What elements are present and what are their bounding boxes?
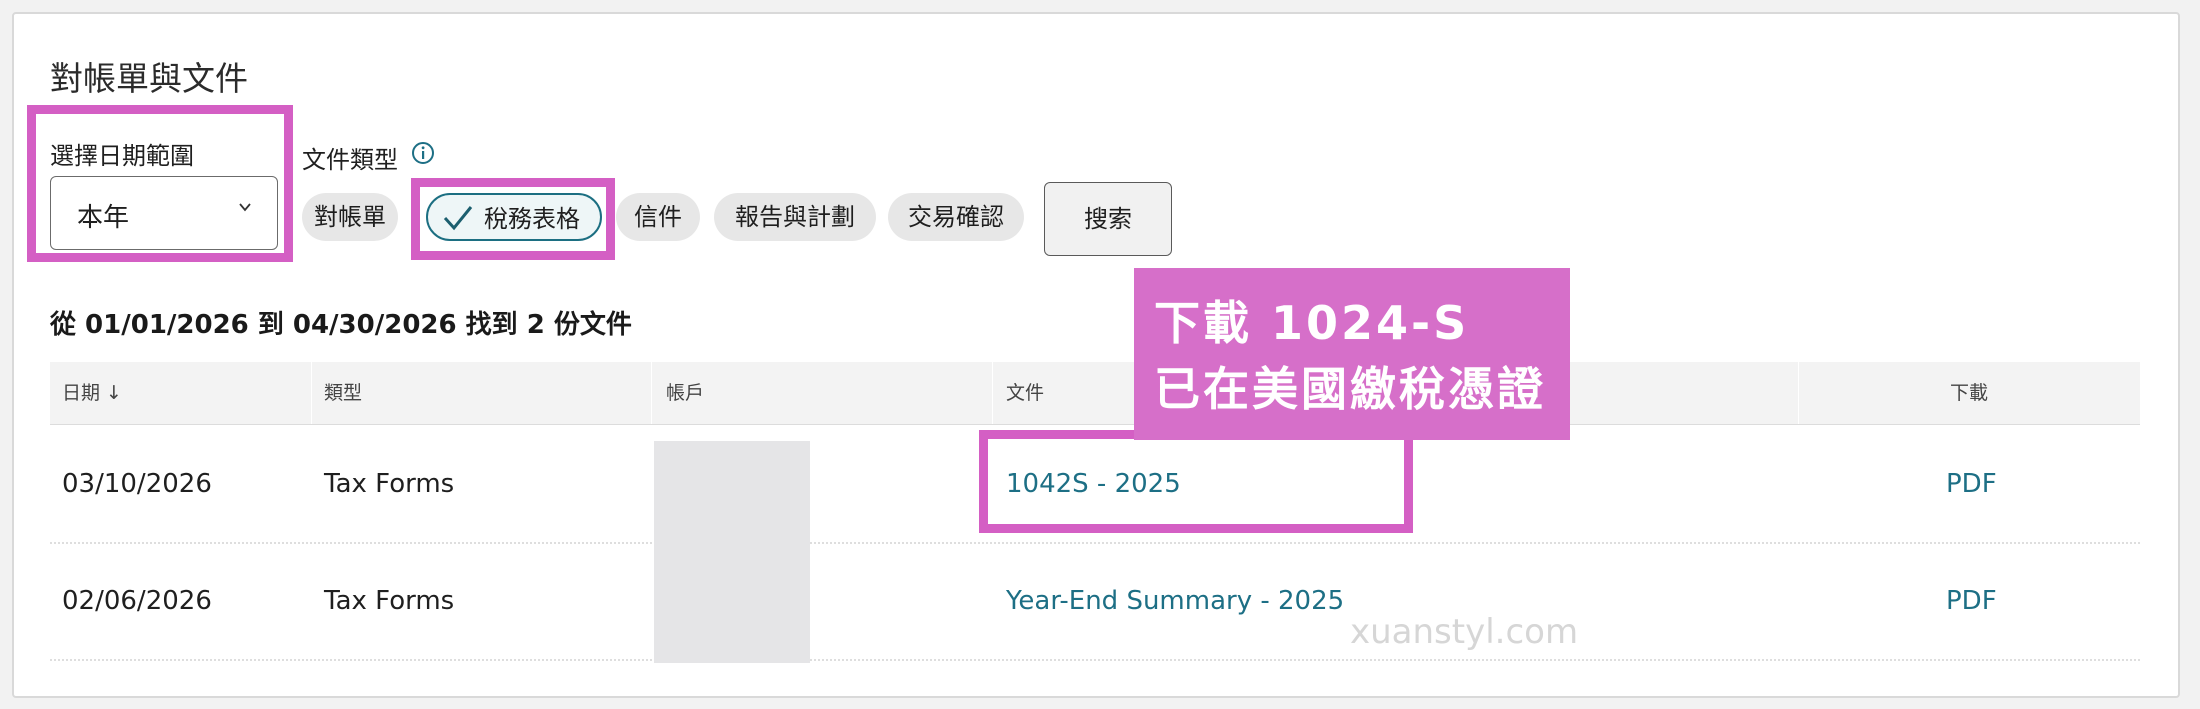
row-type: Tax Forms <box>324 586 455 616</box>
highlight-date-range <box>27 105 293 262</box>
account-redaction <box>654 441 810 663</box>
row-type: Tax Forms <box>324 469 455 499</box>
annotation-line-2: 已在美國繳稅憑證 <box>1154 362 1546 416</box>
column-header-type[interactable]: 類型 <box>324 362 362 424</box>
column-divider <box>311 362 312 424</box>
highlight-document-link <box>979 430 1413 533</box>
search-button[interactable]: 搜索 <box>1044 182 1172 256</box>
chip-label: 對帳單 <box>314 203 386 231</box>
document-link[interactable]: Year-End Summary - 2025 <box>1006 543 1344 659</box>
results-summary: 從 01/01/2026 到 04/30/2026 找到 2 份文件 <box>50 310 632 340</box>
info-icon[interactable] <box>411 141 435 165</box>
column-header-date[interactable]: 日期 ↓ <box>62 362 122 424</box>
watermark: xuanstyl.com <box>1350 612 1579 652</box>
table-header: 日期 ↓ 類型 帳戶 文件 下載 <box>50 362 2140 425</box>
chip-letters[interactable]: 信件 <box>616 193 700 241</box>
pdf-download-link[interactable]: PDF <box>1946 426 1997 542</box>
row-date: 03/10/2026 <box>62 469 212 499</box>
chip-statements[interactable]: 對帳單 <box>302 193 398 241</box>
column-header-account[interactable]: 帳戶 <box>666 362 704 424</box>
column-header-download: 下載 <box>1950 382 1989 404</box>
column-divider <box>651 362 652 424</box>
chip-reports-plans[interactable]: 報告與計劃 <box>714 193 876 241</box>
chip-label: 交易確認 <box>908 203 1004 231</box>
column-header-document[interactable]: 文件 <box>1006 362 1044 424</box>
highlight-tax-forms <box>411 178 615 260</box>
chip-trade-confirmations[interactable]: 交易確認 <box>888 193 1024 241</box>
table-row: 02/06/2026 Tax Forms Year-End Summary - … <box>50 543 2140 661</box>
document-type-label: 文件類型 <box>302 146 398 174</box>
page-title: 對帳單與文件 <box>50 59 248 98</box>
chip-label: 報告與計劃 <box>735 203 855 231</box>
annotation-line-1: 下載 1024-S <box>1154 296 1470 350</box>
column-divider <box>1798 362 1799 424</box>
annotation-callout: 下載 1024-S 已在美國繳稅憑證 <box>1134 268 1570 440</box>
column-divider <box>992 362 993 424</box>
chip-label: 信件 <box>634 203 682 231</box>
pdf-download-link[interactable]: PDF <box>1946 543 1997 659</box>
row-date: 02/06/2026 <box>62 586 212 616</box>
